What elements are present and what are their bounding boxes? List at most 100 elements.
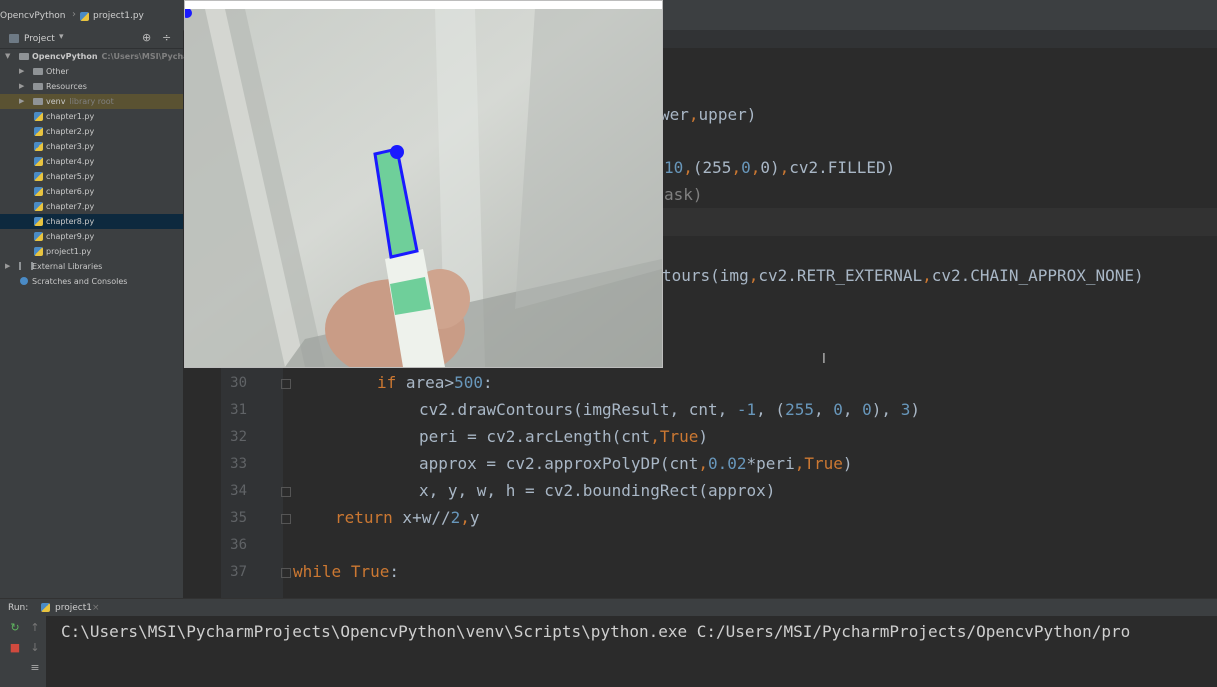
tree-item-label: venv (46, 97, 66, 106)
tree-item-chapter5[interactable]: chapter5.py (0, 169, 183, 184)
tree-item-chapter7[interactable]: chapter7.py (0, 199, 183, 214)
breadcrumb-project[interactable]: OpencvPython (0, 11, 66, 21)
python-file-icon (34, 112, 43, 121)
code-token: return (335, 508, 393, 527)
fold-marker-icon[interactable] (281, 568, 291, 578)
run-console-output: C:\Users\MSI\PycharmProjects\OpencvPytho… (61, 622, 1131, 641)
scratches-icon (20, 277, 28, 285)
collapse-icon[interactable]: ÷ (162, 31, 171, 44)
soft-wrap-icon[interactable]: ≡ (29, 662, 41, 674)
fold-marker-icon[interactable] (281, 514, 291, 524)
code-token: x, y, w, h = cv2.boundingRect(approx) (419, 481, 776, 500)
tree-item-label: chapter4.py (46, 157, 95, 166)
arrow-down-icon[interactable]: ↓ (29, 642, 41, 654)
tree-item-label: Resources (46, 82, 87, 91)
line-number: 32 (230, 429, 247, 445)
tree-item-resources[interactable]: ▶ Resources (0, 79, 183, 94)
tree-item-label: Other (46, 67, 69, 76)
webcam-frame (185, 9, 662, 367)
text-cursor-icon: I (822, 352, 826, 367)
breadcrumb-file[interactable]: project1.py (93, 11, 144, 21)
folder-icon (33, 98, 43, 105)
library-icon (19, 262, 33, 270)
code-token: if (377, 373, 397, 392)
folder-icon (19, 53, 29, 60)
tree-item-label: chapter7.py (46, 202, 95, 211)
code-line: approx = cv2.approxPolyDP(cnt,0.02*peri,… (419, 454, 853, 473)
code-fragment: cv2.RETR_EXTERNAL (758, 266, 923, 285)
python-file-icon (80, 12, 89, 21)
chevron-right-icon[interactable]: ▶ (19, 64, 24, 79)
tree-item-chapter6[interactable]: chapter6.py (0, 184, 183, 199)
tree-item-label: External Libraries (32, 262, 103, 271)
chevron-down-icon[interactable]: ▾ (59, 32, 64, 42)
code-line: while True: (293, 562, 399, 581)
code-token: ), (871, 400, 901, 419)
tree-root[interactable]: ▼ OpencvPython C:\Users\MSI\Pycharm (0, 49, 201, 64)
code-token: , (842, 400, 863, 419)
code-token: , (650, 427, 660, 446)
tree-item-label: project1.py (46, 247, 92, 256)
project-panel-title[interactable]: Project (24, 34, 55, 44)
chevron-down-icon[interactable]: ▼ (5, 49, 10, 64)
code-token: y (469, 508, 480, 527)
tree-item-project1[interactable]: project1.py (0, 244, 183, 259)
webcam-result-window[interactable] (184, 0, 663, 368)
code-token: *peri (746, 454, 795, 473)
chevron-right-icon[interactable]: ▶ (5, 259, 10, 274)
fold-marker-icon[interactable] (281, 379, 291, 389)
tree-item-chapter3[interactable]: chapter3.py (0, 139, 183, 154)
tree-item-chapter8[interactable]: chapter8.py (0, 214, 183, 229)
code-token: 2 (450, 508, 461, 527)
line-number: 35 (230, 510, 247, 526)
code-token: > (444, 373, 455, 392)
rerun-icon[interactable]: ↻ (9, 622, 21, 634)
python-file-icon (34, 172, 43, 181)
tree-item-external-libraries[interactable]: ▶ External Libraries (0, 259, 183, 274)
tree-item-chapter9[interactable]: chapter9.py (0, 229, 183, 244)
code-line: x, y, w, h = cv2.boundingRect(approx) (419, 481, 775, 500)
line-number: 34 (230, 483, 247, 499)
gear-icon[interactable]: ⊕ (142, 31, 151, 44)
code-line: cv2.drawContours(imgResult, cnt, -1, (25… (419, 400, 920, 419)
code-token: , (813, 400, 834, 419)
code-token: cv2.drawContours(imgResult, cnt, (419, 400, 737, 419)
tree-item-chapter4[interactable]: chapter4.py (0, 154, 183, 169)
code-token: True (659, 427, 699, 446)
tree-item-other[interactable]: ▶ Other (0, 64, 183, 79)
code-fragment: ask) (664, 185, 703, 204)
project-panel-header: Project ▾ ⊕ ÷ (0, 30, 183, 49)
tree-item-label: chapter6.py (46, 187, 95, 196)
code-line: peri = cv2.arcLength(cnt,True) (419, 427, 708, 446)
tree-item-chapter2[interactable]: chapter2.py (0, 124, 183, 139)
tree-item-label: chapter1.py (46, 112, 95, 121)
tree-item-scratches[interactable]: Scratches and Consoles (0, 274, 183, 289)
code-token: 0 (833, 400, 843, 419)
project-view-icon (9, 34, 19, 43)
code-token: , (794, 454, 805, 473)
code-token: 500 (454, 373, 483, 392)
stop-icon[interactable]: ■ (9, 642, 21, 654)
fold-marker-icon[interactable] (281, 487, 291, 497)
folder-icon (33, 68, 43, 75)
line-number: 37 (230, 564, 247, 580)
code-token: , (460, 508, 470, 527)
code-fragment: wer (660, 105, 689, 124)
close-icon[interactable]: × (92, 603, 100, 613)
tree-item-label: chapter9.py (46, 232, 95, 241)
python-file-icon (34, 232, 43, 241)
tree-item-venv[interactable]: ▶ venv library root (0, 94, 183, 109)
tree-item-chapter1[interactable]: chapter1.py (0, 109, 183, 124)
tree-item-label: Scratches and Consoles (32, 277, 128, 286)
code-fragment: 0 (741, 158, 751, 177)
line-number: 36 (230, 537, 247, 553)
code-token: 255 (785, 400, 814, 419)
code-token: while (293, 562, 342, 581)
window-titlebar[interactable] (185, 1, 662, 9)
chevron-right-icon[interactable]: ▶ (19, 94, 24, 109)
code-token: ) (842, 454, 853, 473)
arrow-up-icon[interactable]: ↑ (29, 622, 41, 634)
python-file-icon (41, 603, 50, 612)
run-tab-project1[interactable]: project1 (55, 603, 92, 613)
chevron-right-icon[interactable]: ▶ (19, 79, 24, 94)
